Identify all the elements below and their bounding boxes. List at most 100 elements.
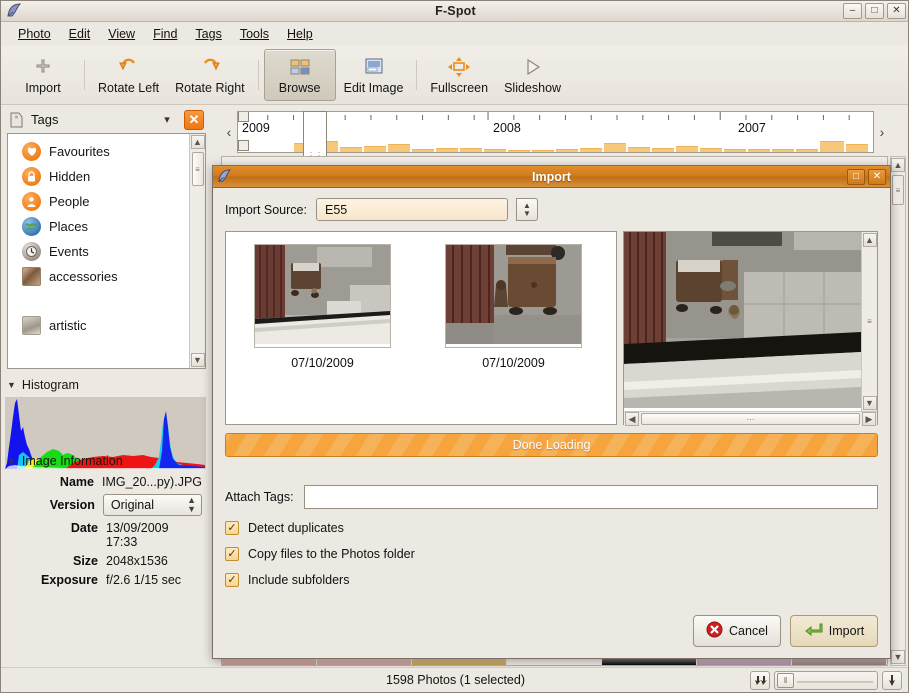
menu-photo[interactable]: Photo — [10, 25, 59, 43]
backyard-window-large-preview[interactable] — [624, 232, 861, 411]
histogram-section-header[interactable]: ▼ Histogram — [1, 374, 210, 396]
toolbar-edit-image-button[interactable]: Edit Image — [336, 49, 412, 101]
timeline-next-button[interactable]: › — [874, 111, 890, 153]
dialog-maximize-button[interactable]: □ — [847, 168, 865, 185]
version-select[interactable]: Original ▲ ▼ — [102, 494, 202, 516]
import-thumbnail-list[interactable]: 07/10/2009 07/10/2009 — [225, 231, 617, 425]
include-subfolders-checkbox[interactable]: ✓ — [225, 573, 239, 587]
dialog-close-button[interactable]: ✕ — [868, 168, 886, 185]
menu-edit[interactable]: Edit — [61, 25, 99, 43]
tag-icon — [7, 111, 25, 129]
spinner-arrows-icon: ▲ ▼ — [187, 495, 196, 514]
import-thumbnail-grid: 07/10/2009 07/10/2009 — [226, 232, 616, 424]
scroll-up-arrow-icon[interactable]: ▲ — [891, 158, 905, 172]
import-preview-row: 07/10/2009 07/10/2009 ▲ ≡ ▼ ◀ ⋯ ▶ — [225, 231, 878, 426]
scroll-up-arrow-icon[interactable]: ▲ — [862, 233, 877, 247]
tag-item-hidden[interactable]: Hidden — [22, 164, 189, 189]
close-button[interactable]: ✕ — [887, 3, 906, 19]
preview-vertical-scrollbar[interactable]: ▲ ≡ ▼ — [861, 232, 877, 411]
menu-tools[interactable]: Tools — [232, 25, 277, 43]
copy-files-checkbox[interactable]: ✓ — [225, 547, 239, 561]
timeline-track[interactable]: 2009 2008 2007 — [237, 111, 874, 153]
import-progress-text: Done Loading — [512, 438, 591, 452]
tags-scrollbar[interactable]: ▲ ≡ ▼ — [189, 134, 205, 368]
zoom-slider-track — [797, 681, 873, 683]
menu-tags[interactable]: Tags — [187, 25, 229, 43]
scroll-right-arrow-icon[interactable]: ▶ — [862, 412, 876, 426]
lock-tag-icon — [22, 167, 41, 186]
small-thumbs-icon[interactable] — [750, 671, 770, 690]
menu-find[interactable]: Find — [145, 25, 185, 43]
import-thumbnail-item[interactable]: 07/10/2009 — [250, 244, 395, 424]
import-preview-pane: ▲ ≡ ▼ ◀ ⋯ ▶ — [623, 231, 878, 426]
photo-area-scrollbar[interactable]: ▲ ≡ ▼ — [890, 156, 906, 666]
attach-tags-input[interactable] — [303, 485, 878, 509]
menubar: Photo Edit View Find Tags Tools Help — [1, 23, 908, 45]
tag-label: Favourites — [49, 144, 110, 159]
zoom-slider[interactable]: ‖ — [774, 671, 878, 690]
attach-tags-row: Attach Tags: — [225, 485, 878, 509]
tag-item-people[interactable]: People — [22, 189, 189, 214]
scroll-down-arrow-icon[interactable]: ▼ — [891, 650, 905, 664]
import-source-spinner-icon[interactable]: ▲ ▼ — [515, 198, 538, 221]
toolbar-browse-button[interactable]: Browse — [263, 49, 336, 101]
copy-files-label: Copy files to the Photos folder — [248, 547, 415, 561]
cat-by-bin-photo[interactable] — [445, 244, 582, 348]
tag-item-events[interactable]: Events — [22, 239, 189, 264]
cancel-button[interactable]: Cancel — [693, 615, 781, 647]
menu-help-label: Help — [287, 27, 313, 41]
copy-files-row[interactable]: ✓ Copy files to the Photos folder — [225, 547, 878, 561]
detect-duplicates-checkbox[interactable]: ✓ — [225, 521, 239, 535]
scrollbar-thumb[interactable]: ≡ — [892, 175, 904, 205]
zoom-slider-thumb[interactable]: ‖ — [777, 673, 794, 688]
info-row-date: Date 13/09/2009 17:33 — [1, 521, 202, 549]
menu-help[interactable]: Help — [279, 25, 321, 43]
timeline-prev-button[interactable]: ‹ — [221, 111, 237, 153]
import-thumbnail-caption: 07/10/2009 — [291, 356, 354, 370]
toolbar-slideshow-button[interactable]: Slideshow — [496, 49, 569, 101]
scrollbar-thumb[interactable]: ≡ — [867, 317, 872, 326]
scrollbar-thumb[interactable]: ⋯ — [641, 413, 860, 425]
backyard-window-view-photo[interactable] — [254, 244, 391, 348]
detect-duplicates-row[interactable]: ✓ Detect duplicates — [225, 521, 878, 535]
chevron-down-icon[interactable]: ▾ — [156, 111, 178, 129]
scrollbar-track[interactable]: ≡ — [867, 248, 872, 395]
timeline-year-2008: 2008 — [493, 121, 521, 135]
window-controls: – □ ✕ — [843, 3, 906, 19]
toolbar-import-label: Import — [25, 80, 61, 95]
tag-item-favourites[interactable]: Favourites — [22, 139, 189, 164]
tag-item-accessories[interactable]: accessories — [22, 264, 189, 289]
large-thumb-icon[interactable] — [882, 671, 902, 690]
toolbar-rotate-right-button[interactable]: Rotate Right — [167, 49, 252, 101]
import-thumbnail-item[interactable]: 07/10/2009 — [441, 244, 586, 424]
info-row-name: Name IMG_20...py).JPG — [1, 475, 202, 489]
tag-item-places[interactable]: Places — [22, 214, 189, 239]
close-sidebar-button[interactable]: ✕ — [184, 109, 204, 130]
toolbar-fullscreen-button[interactable]: Fullscreen — [422, 49, 496, 101]
scroll-left-arrow-icon[interactable]: ◀ — [625, 412, 639, 426]
tags-panel-title: Tags — [31, 112, 59, 127]
minimize-button[interactable]: – — [843, 3, 862, 19]
scroll-down-arrow-icon[interactable]: ▼ — [862, 396, 877, 410]
scroll-down-arrow-icon[interactable]: ▼ — [190, 353, 205, 367]
image-information-section-header[interactable]: ▼ Image Information — [1, 450, 210, 472]
preview-horizontal-scrollbar[interactable]: ◀ ⋯ ▶ — [624, 411, 877, 426]
image-information-table: Name IMG_20...py).JPG Version Original ▲… — [1, 472, 210, 587]
histogram-title: Histogram — [21, 378, 79, 392]
scrollbar-thumb[interactable]: ≡ — [191, 152, 204, 186]
import-button[interactable]: Import — [790, 615, 878, 647]
clock-tag-icon — [22, 242, 41, 261]
import-dialog-controls: □ ✕ — [847, 168, 886, 185]
toolbar-rotate-left-button[interactable]: Rotate Left — [90, 49, 167, 101]
info-value-name: IMG_20...py).JPG — [101, 475, 202, 489]
timeline-handle-bottom[interactable] — [238, 140, 249, 151]
scroll-up-arrow-icon[interactable]: ▲ — [190, 135, 205, 149]
info-key: Version — [49, 498, 95, 512]
import-source-select[interactable]: E55 — [315, 198, 508, 221]
maximize-button[interactable]: □ — [865, 3, 884, 19]
include-subfolders-row[interactable]: ✓ Include subfolders — [225, 573, 878, 587]
menu-view[interactable]: View — [100, 25, 143, 43]
tag-item-artistic[interactable]: artistic — [22, 313, 189, 338]
toolbar-import-button[interactable]: Import — [7, 49, 79, 101]
timeline-handle-top[interactable] — [238, 112, 249, 122]
